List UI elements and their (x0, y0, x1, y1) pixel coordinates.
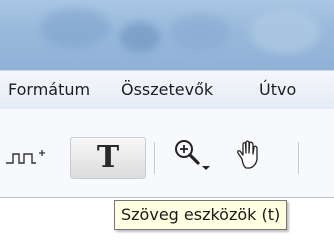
tools-toolbar: T (0, 109, 334, 197)
toolbar-separator (154, 142, 155, 174)
text-tool-icon: T (96, 140, 120, 175)
menu-item-utvonal[interactable]: Útvo (259, 80, 296, 100)
menu-item-formatum[interactable]: Formátum (8, 80, 90, 100)
tooltip: Szöveg eszközök (t) (114, 200, 288, 230)
window-title-bar[interactable] (0, 0, 334, 70)
toolbar-bottom-divider (0, 197, 334, 198)
toolbar-separator (298, 142, 299, 174)
titlebar-glass-blur (250, 10, 320, 54)
hand-tool-button[interactable] (232, 139, 266, 173)
hand-icon (237, 140, 258, 169)
titlebar-glass-blur (170, 14, 230, 50)
connector-icon (6, 150, 45, 164)
zoom-tool-button[interactable] (172, 137, 212, 175)
titlebar-glass-blur (120, 22, 160, 52)
text-tool-button[interactable]: T (70, 137, 146, 179)
titlebar-glass-blur (40, 8, 110, 48)
menu-bar: Formátum Összetevők Útvo (0, 70, 334, 110)
menu-item-osszetevok[interactable]: Összetevők (121, 80, 213, 100)
magnifier-icon (175, 140, 210, 170)
connector-tool-button[interactable] (4, 143, 50, 173)
